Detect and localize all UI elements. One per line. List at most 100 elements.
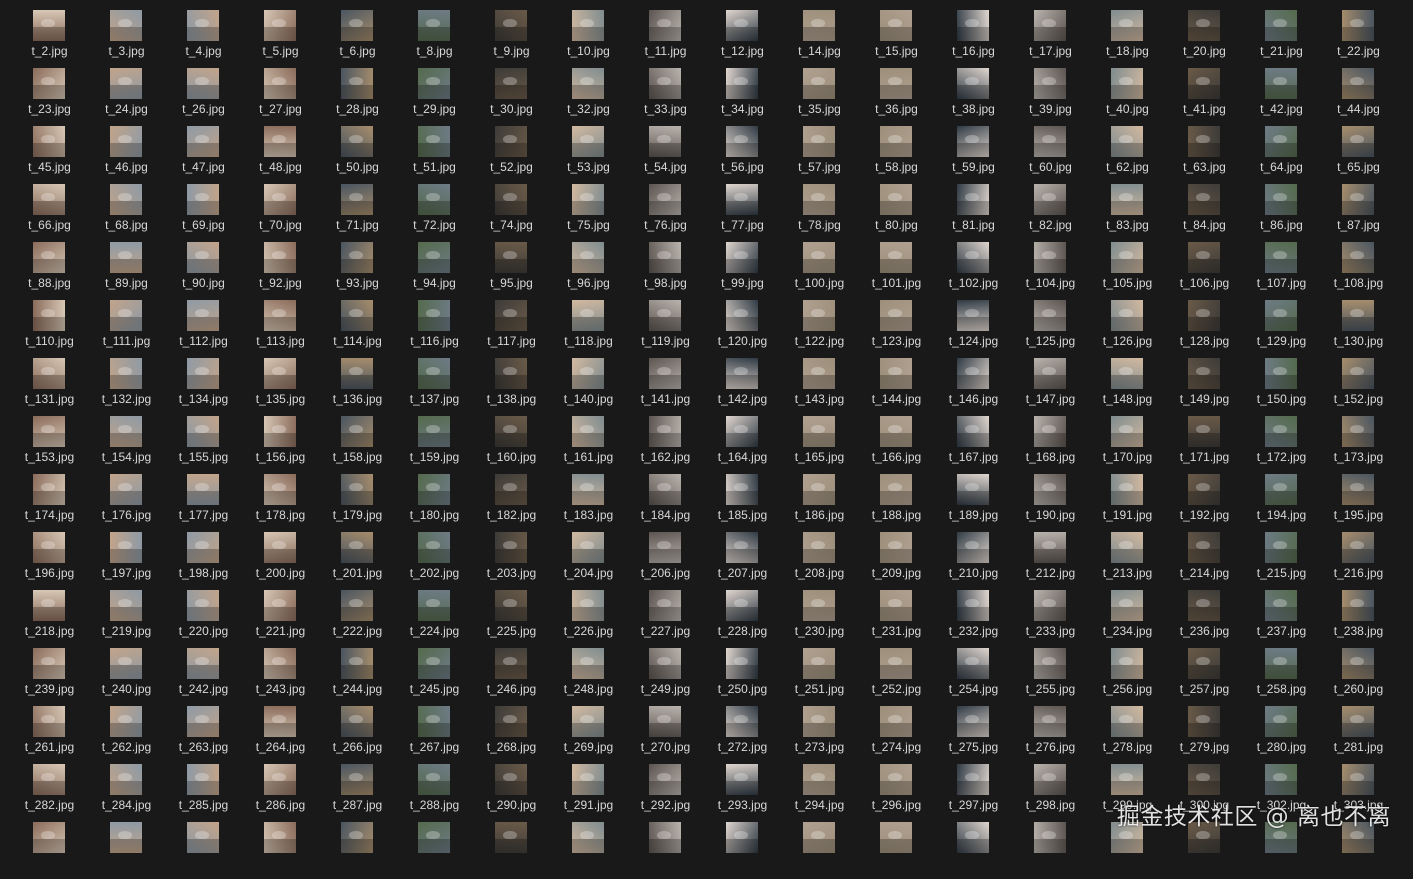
image-thumbnail[interactable] [495,532,527,563]
image-thumbnail[interactable] [418,184,450,215]
image-thumbnail[interactable] [187,590,219,621]
image-thumbnail[interactable] [418,532,450,563]
image-thumbnail[interactable] [1188,648,1220,679]
file-item[interactable]: t_168.jpg [1012,415,1089,473]
file-item[interactable]: t_204.jpg [550,531,627,589]
file-item[interactable]: t_234.jpg [1089,589,1166,647]
file-item[interactable]: t_74.jpg [473,183,550,241]
file-item[interactable]: t_230.jpg [781,589,858,647]
image-thumbnail[interactable] [33,532,65,563]
image-thumbnail[interactable] [110,706,142,737]
file-item[interactable]: t_125.jpg [1012,299,1089,357]
image-thumbnail[interactable] [1111,126,1143,157]
file-item[interactable]: t_58.jpg [858,125,935,183]
image-thumbnail[interactable] [187,648,219,679]
file-item[interactable]: t_268.jpg [473,705,550,763]
image-thumbnail[interactable] [957,648,989,679]
image-thumbnail[interactable] [572,648,604,679]
file-item[interactable]: t_227.jpg [627,589,704,647]
image-thumbnail[interactable] [418,590,450,621]
file-item[interactable]: t_278.jpg [1089,705,1166,763]
file-item[interactable] [781,821,858,879]
file-item[interactable]: t_22.jpg [1320,9,1397,67]
file-item[interactable]: t_243.jpg [242,647,319,705]
file-item[interactable]: t_293.jpg [704,763,781,821]
file-item[interactable]: t_226.jpg [550,589,627,647]
image-thumbnail[interactable] [1111,590,1143,621]
image-thumbnail[interactable] [1034,68,1066,99]
image-thumbnail[interactable] [187,474,219,505]
file-item[interactable]: t_101.jpg [858,241,935,299]
image-thumbnail[interactable] [110,590,142,621]
image-thumbnail[interactable] [957,532,989,563]
file-item[interactable]: t_248.jpg [550,647,627,705]
file-item[interactable]: t_72.jpg [396,183,473,241]
file-item[interactable]: t_130.jpg [1320,299,1397,357]
image-thumbnail[interactable] [726,416,758,447]
file-item[interactable]: t_28.jpg [319,67,396,125]
file-item[interactable]: t_201.jpg [319,531,396,589]
file-item[interactable]: t_136.jpg [319,357,396,415]
file-item[interactable]: t_48.jpg [242,125,319,183]
image-thumbnail[interactable] [1188,764,1220,795]
image-thumbnail[interactable] [726,474,758,505]
image-thumbnail[interactable] [495,10,527,41]
file-item[interactable]: t_297.jpg [935,763,1012,821]
file-item[interactable]: t_84.jpg [1166,183,1243,241]
file-item[interactable]: t_191.jpg [1089,473,1166,531]
file-item[interactable] [11,821,88,879]
file-item[interactable]: t_270.jpg [627,705,704,763]
file-item[interactable]: t_112.jpg [165,299,242,357]
image-thumbnail[interactable] [495,126,527,157]
file-item[interactable]: t_51.jpg [396,125,473,183]
image-thumbnail[interactable] [1188,10,1220,41]
image-thumbnail[interactable] [341,358,373,389]
image-thumbnail[interactable] [264,300,296,331]
image-thumbnail[interactable] [33,10,65,41]
image-thumbnail[interactable] [33,300,65,331]
file-item[interactable]: t_236.jpg [1166,589,1243,647]
file-item[interactable]: t_4.jpg [165,9,242,67]
image-thumbnail[interactable] [264,126,296,157]
image-thumbnail[interactable] [1034,10,1066,41]
image-thumbnail[interactable] [726,242,758,273]
image-thumbnail[interactable] [187,184,219,215]
image-thumbnail[interactable] [572,68,604,99]
image-thumbnail[interactable] [33,358,65,389]
file-item[interactable]: t_152.jpg [1320,357,1397,415]
file-item[interactable]: t_262.jpg [88,705,165,763]
image-thumbnail[interactable] [572,590,604,621]
file-item[interactable]: t_94.jpg [396,241,473,299]
image-thumbnail[interactable] [110,242,142,273]
image-thumbnail[interactable] [341,68,373,99]
image-thumbnail[interactable] [1342,358,1374,389]
file-item[interactable]: t_246.jpg [473,647,550,705]
image-thumbnail[interactable] [1265,242,1297,273]
file-item[interactable]: t_128.jpg [1166,299,1243,357]
image-thumbnail[interactable] [33,474,65,505]
file-item[interactable]: t_261.jpg [11,705,88,763]
image-thumbnail[interactable] [1342,68,1374,99]
image-thumbnail[interactable] [33,822,65,853]
image-thumbnail[interactable] [649,590,681,621]
file-item[interactable]: t_214.jpg [1166,531,1243,589]
image-thumbnail[interactable] [726,590,758,621]
file-item[interactable]: t_63.jpg [1166,125,1243,183]
file-item[interactable] [550,821,627,879]
file-item[interactable]: t_176.jpg [88,473,165,531]
file-item[interactable] [935,821,1012,879]
file-item[interactable]: t_80.jpg [858,183,935,241]
image-thumbnail[interactable] [1188,532,1220,563]
file-item[interactable]: t_296.jpg [858,763,935,821]
file-item[interactable]: t_194.jpg [1243,473,1320,531]
file-item[interactable]: t_102.jpg [935,241,1012,299]
file-item[interactable]: t_100.jpg [781,241,858,299]
file-item[interactable]: t_195.jpg [1320,473,1397,531]
image-thumbnail[interactable] [726,184,758,215]
image-thumbnail[interactable] [1034,184,1066,215]
file-item[interactable]: t_192.jpg [1166,473,1243,531]
file-item[interactable]: t_238.jpg [1320,589,1397,647]
file-item[interactable]: t_11.jpg [627,9,704,67]
file-item[interactable]: t_66.jpg [11,183,88,241]
file-item[interactable]: t_281.jpg [1320,705,1397,763]
